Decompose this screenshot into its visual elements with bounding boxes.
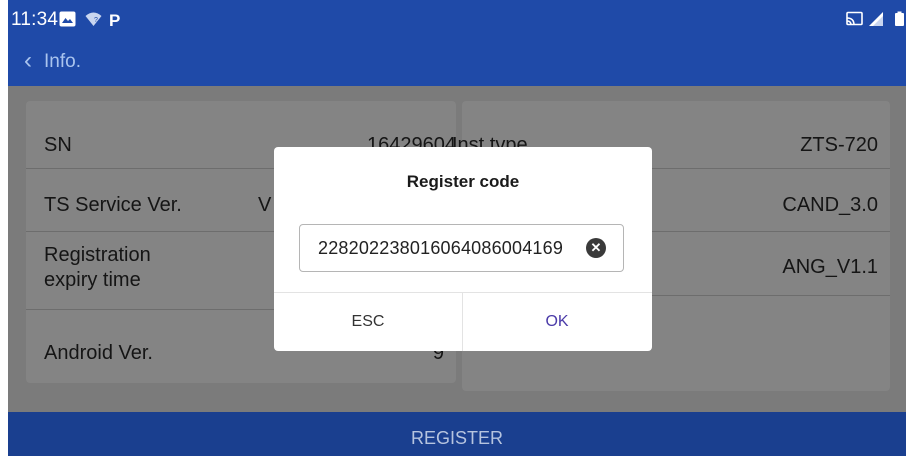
device-screen: 11:34 ? P ‹ Info. SN 16429604 TS Service… [8, 0, 906, 456]
can-version-value: CAND_3.0 [782, 194, 878, 216]
page-title: Info. [44, 51, 81, 72]
app-bar: ‹ Info. [8, 38, 906, 86]
clear-icon[interactable]: ✕ [586, 238, 606, 258]
esc-button[interactable]: ESC [274, 292, 462, 351]
back-button[interactable]: ‹ [24, 47, 32, 75]
ang-version-value: ANG_V1.1 [782, 256, 878, 278]
svg-text:?: ? [94, 17, 98, 24]
register-code-input[interactable]: 22820223801606408600416­9 ✕ [299, 224, 624, 272]
parking-icon: P [109, 11, 120, 27]
signal-icon [869, 12, 883, 26]
svg-text:P: P [109, 11, 120, 27]
status-time: 11:34 [11, 9, 59, 30]
cast-icon [846, 11, 863, 26]
android-ver-label: Android Ver. [44, 342, 153, 364]
register-code-value: 22820223801606408600416­9 [318, 238, 564, 258]
inst-type-value: ZTS-720 [800, 134, 878, 156]
dialog-title: Register code [406, 172, 520, 191]
sn-label: SN [44, 134, 72, 156]
ts-service-ver-label: TS Service Ver. [44, 194, 182, 216]
wifi-icon: ? [85, 12, 102, 26]
gallery-icon [59, 11, 76, 27]
status-bar: 11:34 ? P [8, 0, 906, 38]
registration-expiry-label: Registration expiry time [44, 244, 151, 291]
battery-icon [895, 11, 904, 26]
register-button[interactable]: REGISTER [8, 412, 906, 456]
register-code-dialog: Register code 22820223801606408600416­9 … [274, 147, 652, 351]
ok-button[interactable]: OK [463, 292, 651, 351]
